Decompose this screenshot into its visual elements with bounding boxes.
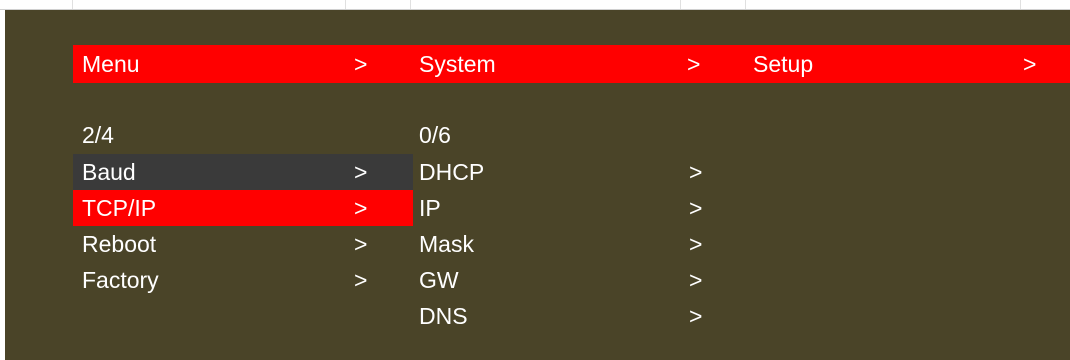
strip-divider: [410, 0, 411, 9]
menu-item-baud[interactable]: Baud >: [73, 154, 413, 190]
menu-item-label: IP: [419, 195, 441, 221]
menu-item-reboot[interactable]: Reboot >: [73, 226, 413, 262]
menu-item-ip[interactable]: IP >: [410, 190, 730, 226]
menu-item-label: Mask: [419, 231, 474, 257]
chevron-right-icon: >: [689, 159, 703, 185]
menu-item-label: TCP/IP: [82, 195, 157, 221]
menu-screen: Menu > System > Setup > 2/4 0/6 Baud > T…: [5, 10, 1070, 360]
chevron-right-icon: >: [354, 159, 368, 185]
breadcrumb-arrow: >: [354, 51, 368, 77]
chevron-right-icon: >: [689, 303, 703, 329]
menu-item-dns[interactable]: DNS >: [410, 298, 730, 334]
strip-divider: [745, 0, 746, 9]
menu-item-label: DHCP: [419, 159, 485, 185]
menu-item-tcp-ip[interactable]: TCP/IP >: [73, 190, 413, 226]
strip-divider: [72, 0, 73, 9]
menu-item-label: Reboot: [82, 231, 157, 257]
chevron-right-icon: >: [354, 231, 368, 257]
menu-item-label: Baud: [82, 159, 136, 185]
menu-item-factory[interactable]: Factory >: [73, 262, 413, 298]
menu-item-label: DNS: [419, 303, 468, 329]
breadcrumb-arrow: >: [1023, 51, 1037, 77]
breadcrumb-item-menu[interactable]: Menu: [82, 46, 140, 82]
menu-item-label: Factory: [82, 267, 159, 293]
strip-divider: [1020, 0, 1021, 9]
menu-item-gw[interactable]: GW >: [410, 262, 730, 298]
top-strip: [0, 0, 1070, 10]
chevron-right-icon: >: [689, 231, 703, 257]
left-menu-position: 2/4: [82, 122, 114, 148]
breadcrumb-row: Menu > System > Setup >: [5, 46, 1070, 82]
breadcrumb-item-setup[interactable]: Setup: [753, 46, 813, 82]
menu-item-mask[interactable]: Mask >: [410, 226, 730, 262]
strip-divider: [680, 0, 681, 9]
right-menu-position: 0/6: [419, 122, 451, 148]
menu-item-dhcp[interactable]: DHCP >: [410, 154, 730, 190]
chevron-right-icon: >: [689, 267, 703, 293]
strip-divider: [345, 0, 346, 9]
menu-item-label: GW: [419, 267, 459, 293]
breadcrumb-item-system[interactable]: System: [419, 46, 496, 82]
chevron-right-icon: >: [689, 195, 703, 221]
chevron-right-icon: >: [354, 267, 368, 293]
breadcrumb-arrow: >: [687, 51, 701, 77]
chevron-right-icon: >: [354, 195, 368, 221]
